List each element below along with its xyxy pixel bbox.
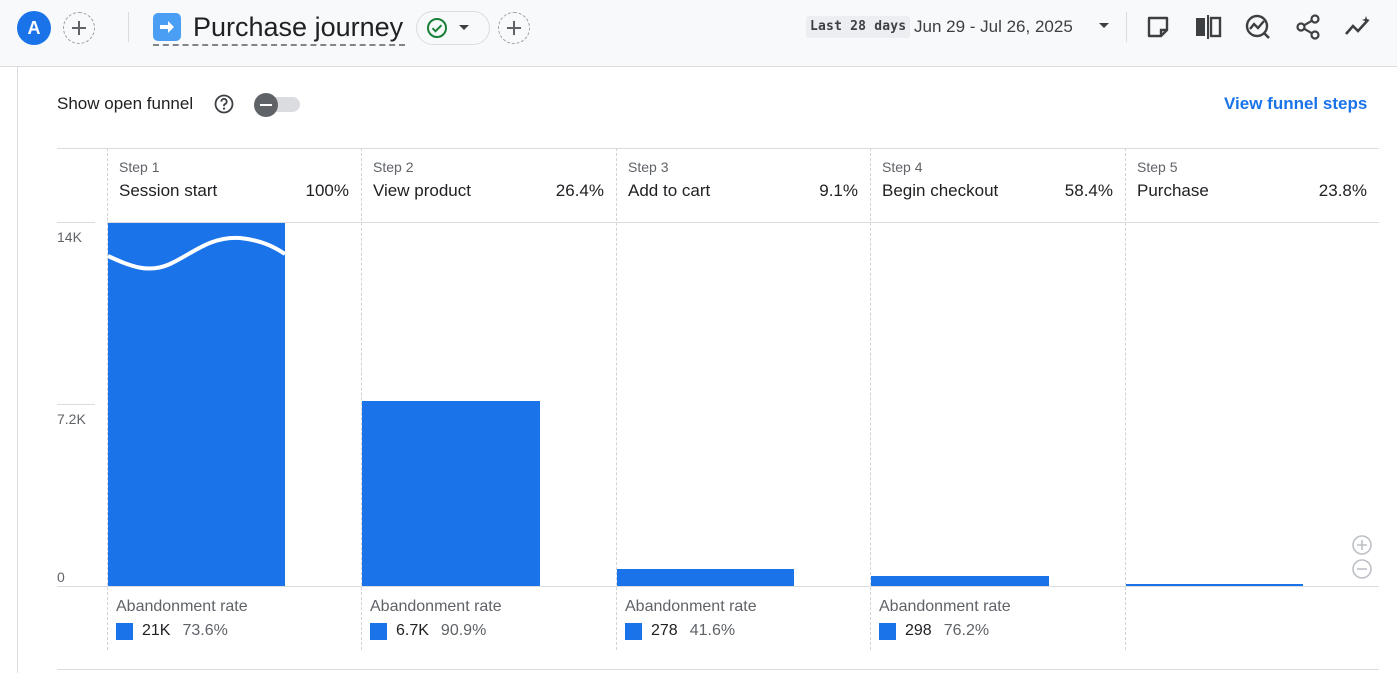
add-button[interactable] bbox=[498, 12, 530, 44]
step-name: View product bbox=[373, 181, 471, 200]
step-percent: 100% bbox=[305, 181, 349, 200]
column-divider bbox=[1125, 148, 1126, 650]
chart-baseline bbox=[57, 586, 1379, 587]
open-funnel-label: Show open funnel bbox=[57, 94, 194, 113]
plus-icon bbox=[507, 21, 521, 35]
check-circle-icon bbox=[427, 18, 447, 38]
trending-icon[interactable] bbox=[1343, 12, 1373, 42]
step-number: Step 2 bbox=[373, 159, 414, 175]
funnel-bar-step-3[interactable] bbox=[617, 569, 794, 586]
date-range[interactable]: Jun 29 - Jul 26, 2025 bbox=[914, 16, 1073, 38]
status-dropdown[interactable] bbox=[416, 11, 490, 45]
abandonment-stats-3[interactable]: 278 41.6% bbox=[625, 622, 735, 640]
abandonment-label: Abandonment rate bbox=[370, 598, 502, 615]
step-name: Add to cart bbox=[628, 181, 711, 200]
chart-bottom-border bbox=[57, 669, 1379, 670]
abandonment-stats-1[interactable]: 21K 73.6% bbox=[116, 622, 228, 640]
y-gridline-top bbox=[57, 222, 95, 223]
step-number: Step 3 bbox=[628, 159, 669, 175]
step-percent: 58.4% bbox=[1064, 181, 1113, 200]
step-name: Session start bbox=[119, 181, 218, 200]
abandonment-rate: 73.6% bbox=[182, 622, 228, 639]
abandonment-rate: 76.2% bbox=[943, 622, 990, 639]
legend-swatch bbox=[116, 622, 133, 640]
funnel-bar-step-2[interactable] bbox=[362, 401, 540, 586]
axis-break-icon bbox=[108, 235, 285, 271]
open-funnel-toggle[interactable] bbox=[254, 93, 300, 117]
legend-swatch bbox=[879, 622, 896, 640]
funnel-bar-step-5[interactable] bbox=[1126, 584, 1303, 586]
top-bar: A Purchase journey Last 28 days Jun 29 -… bbox=[0, 0, 1397, 67]
y-tick-label: 14K bbox=[57, 229, 82, 245]
abandonment-count: 298 bbox=[905, 622, 932, 639]
toolbar-divider bbox=[128, 12, 129, 42]
step-number: Step 4 bbox=[882, 159, 923, 175]
abandonment-label: Abandonment rate bbox=[625, 598, 757, 615]
step-percent: 9.1% bbox=[819, 181, 858, 200]
plus-icon bbox=[72, 21, 86, 35]
abandonment-count: 21K bbox=[142, 622, 171, 639]
abandonment-label: Abandonment rate bbox=[879, 598, 1011, 615]
notes-icon[interactable] bbox=[1143, 12, 1173, 42]
date-preset-label[interactable]: Last 28 days bbox=[806, 16, 911, 38]
funnel-bar-step-1[interactable] bbox=[108, 223, 285, 586]
y-tick-label: 7.2K bbox=[57, 411, 86, 427]
abandonment-label: Abandonment rate bbox=[116, 598, 248, 615]
step-header-1[interactable]: Step 1 Session start 100% bbox=[107, 148, 361, 222]
zoom-in-icon[interactable] bbox=[1351, 534, 1373, 556]
help-icon[interactable] bbox=[214, 94, 234, 114]
zoom-out-icon[interactable] bbox=[1351, 558, 1373, 580]
abandonment-count: 278 bbox=[651, 622, 678, 639]
chart-header-divider bbox=[107, 222, 1379, 223]
abandonment-count: 6.7K bbox=[396, 622, 429, 639]
step-header-4[interactable]: Step 4 Begin checkout 58.4% bbox=[870, 148, 1125, 222]
legend-swatch bbox=[370, 622, 387, 640]
funnel-bar-step-4[interactable] bbox=[871, 576, 1049, 586]
compare-icon[interactable] bbox=[1193, 12, 1223, 42]
step-percent: 23.8% bbox=[1318, 181, 1367, 200]
y-tick-label: 0 bbox=[57, 569, 65, 585]
step-header-3[interactable]: Step 3 Add to cart 9.1% bbox=[616, 148, 870, 222]
step-header-2[interactable]: Step 2 View product 26.4% bbox=[361, 148, 616, 222]
legend-swatch bbox=[625, 622, 642, 640]
add-comparison-button[interactable] bbox=[63, 12, 95, 44]
column-divider bbox=[870, 148, 871, 650]
date-caret-down-icon[interactable] bbox=[1098, 22, 1110, 30]
insights-icon[interactable] bbox=[1243, 12, 1273, 42]
toolbar-divider bbox=[1126, 12, 1127, 42]
toggle-knob bbox=[254, 93, 278, 117]
step-name: Begin checkout bbox=[882, 181, 999, 200]
panel-border bbox=[17, 67, 18, 673]
step-percent: 26.4% bbox=[555, 181, 604, 200]
report-title[interactable]: Purchase journey bbox=[153, 10, 406, 46]
abandonment-stats-4[interactable]: 298 76.2% bbox=[879, 622, 989, 640]
account-avatar[interactable]: A bbox=[17, 11, 51, 45]
step-header-5[interactable]: Step 5 Purchase 23.8% bbox=[1125, 148, 1379, 222]
caret-down-icon bbox=[459, 25, 469, 30]
step-number: Step 5 bbox=[1137, 159, 1178, 175]
abandonment-stats-2[interactable]: 6.7K 90.9% bbox=[370, 622, 486, 640]
abandonment-rate: 90.9% bbox=[440, 622, 487, 639]
share-icon[interactable] bbox=[1293, 12, 1323, 42]
page-title: Purchase journey bbox=[193, 11, 404, 42]
step-number: Step 1 bbox=[119, 159, 160, 175]
y-gridline-mid bbox=[57, 404, 95, 405]
view-funnel-steps-link[interactable]: View funnel steps bbox=[1224, 94, 1367, 114]
step-name: Purchase bbox=[1137, 181, 1209, 200]
right-arrow-icon bbox=[153, 13, 181, 41]
abandonment-rate: 41.6% bbox=[689, 622, 736, 639]
